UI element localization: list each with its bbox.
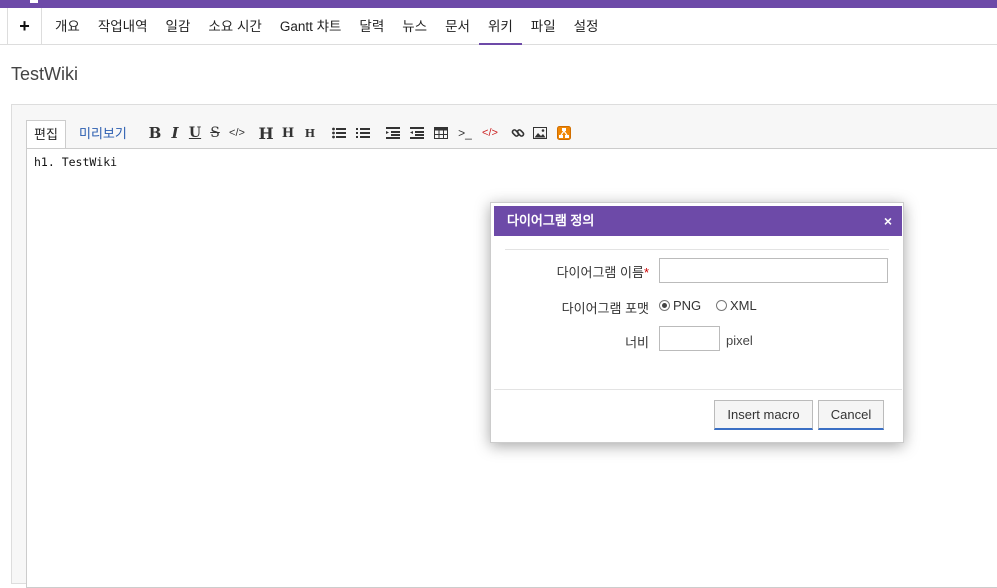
png-radio[interactable] xyxy=(659,300,670,311)
diagram-dialog: 다이어그램 정의 × 다이어그램 이름* 다이어그램 포맷 PNG XML 너비… xyxy=(490,202,904,443)
project-menu: + 개요 작업내역 일감 소요 시간 Gantt 챠트 달력 뉴스 문서 위키 … xyxy=(0,8,997,45)
menu-tabs: 개요 작업내역 일감 소요 시간 Gantt 챠트 달력 뉴스 문서 위키 파일… xyxy=(46,8,607,45)
ordered-list-icon[interactable] xyxy=(351,122,375,144)
format-option-xml[interactable]: XML xyxy=(716,298,757,313)
tab-issues[interactable]: 일감 xyxy=(157,8,200,45)
top-accent-bar xyxy=(0,0,997,8)
insert-macro-button[interactable]: Insert macro xyxy=(714,400,813,430)
tab-overview[interactable]: 개요 xyxy=(46,8,89,45)
tab-edit[interactable]: 편집 xyxy=(26,120,66,149)
dialog-footer-divider xyxy=(494,389,902,390)
dialog-header: 다이어그램 정의 × xyxy=(494,206,902,236)
preformatted-icon[interactable]: >_ xyxy=(453,122,477,144)
outdent-icon[interactable] xyxy=(405,122,429,144)
tab-calendar[interactable]: 달력 xyxy=(350,8,393,45)
cancel-button[interactable]: Cancel xyxy=(818,400,884,430)
underline-icon[interactable]: U xyxy=(185,122,205,144)
tab-documents[interactable]: 문서 xyxy=(436,8,479,45)
link-icon[interactable] xyxy=(507,122,529,144)
heading3-icon[interactable]: H xyxy=(299,122,321,144)
xml-option-label: XML xyxy=(730,298,757,313)
format-label: 다이어그램 포맷 xyxy=(561,301,649,316)
heading2-icon[interactable]: H xyxy=(277,122,299,144)
indent-icon[interactable] xyxy=(381,122,405,144)
diagram-icon[interactable] xyxy=(551,122,577,144)
heading1-icon[interactable]: H xyxy=(255,122,277,144)
tab-time-entries[interactable]: 소요 시간 xyxy=(199,8,270,45)
xml-radio[interactable] xyxy=(716,300,727,311)
required-marker: * xyxy=(643,265,649,280)
name-label: 다이어그램 이름* xyxy=(556,265,649,280)
width-label: 너비 xyxy=(625,335,649,350)
editor-toolbar: B I U S </> H H H >_ </> xyxy=(145,122,577,144)
inline-code-icon[interactable]: </> xyxy=(225,122,249,144)
bold-icon[interactable]: B xyxy=(145,122,165,144)
tab-activity[interactable]: 작업내역 xyxy=(89,8,157,45)
tab-wiki[interactable]: 위키 xyxy=(478,8,522,45)
page-title: TestWiki xyxy=(11,64,78,84)
new-item-button[interactable]: + xyxy=(7,8,42,45)
tab-preview[interactable]: 미리보기 xyxy=(72,120,134,149)
png-option-label: PNG xyxy=(673,298,702,313)
width-unit: pixel xyxy=(726,333,753,348)
tab-files[interactable]: 파일 xyxy=(522,8,565,45)
tab-settings[interactable]: 설정 xyxy=(565,8,608,45)
close-icon[interactable]: × xyxy=(884,206,892,236)
tab-gantt[interactable]: Gantt 챠트 xyxy=(271,8,351,45)
table-icon[interactable] xyxy=(429,122,453,144)
italic-icon[interactable]: I xyxy=(165,122,185,144)
diagram-name-input[interactable] xyxy=(659,258,888,283)
dialog-title: 다이어그램 정의 xyxy=(507,213,595,228)
dialog-divider xyxy=(505,249,889,250)
code-highlight-icon[interactable]: </> xyxy=(477,122,503,144)
format-option-png[interactable]: PNG xyxy=(659,298,701,313)
unordered-list-icon[interactable] xyxy=(327,122,351,144)
tab-news[interactable]: 뉴스 xyxy=(393,8,436,45)
image-icon[interactable] xyxy=(529,122,551,144)
strikethrough-icon[interactable]: S xyxy=(205,122,225,144)
width-input[interactable] xyxy=(659,326,720,351)
